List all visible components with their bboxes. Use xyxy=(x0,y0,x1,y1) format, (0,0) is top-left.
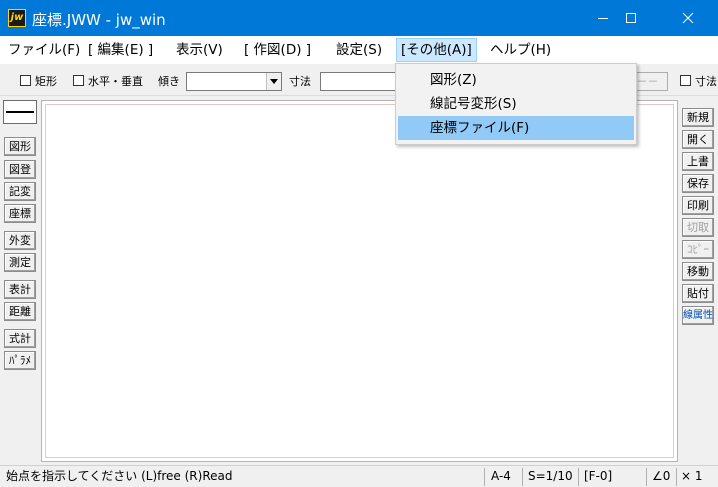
status-divider xyxy=(484,468,485,486)
close-icon xyxy=(682,12,694,24)
hv-label: 水平・垂直 xyxy=(88,75,143,88)
menu-bar: ファイル(F) [ 編集(E) ] 表示(V) [ 作図(D) ] 設定(S) … xyxy=(0,36,718,64)
scale[interactable]: S=1/10 xyxy=(528,466,573,487)
tool-external-transform[interactable]: 外変 xyxy=(4,231,36,250)
tool-move[interactable]: 移動 xyxy=(682,262,714,281)
tool-table-calc[interactable]: 表計 xyxy=(4,280,36,299)
layer[interactable]: [F-0] xyxy=(584,466,612,487)
paper-size[interactable]: A-4 xyxy=(491,466,511,487)
angle-dropdown-button[interactable] xyxy=(266,73,281,90)
angle-readout[interactable]: ∠0 xyxy=(652,466,670,487)
status-message: 始点を指示してください (L)free (R)Read xyxy=(6,469,233,483)
paper-frame xyxy=(45,104,674,458)
window-title: 座標.JWW - jw_win xyxy=(32,11,166,29)
drawing-canvas[interactable] xyxy=(41,100,678,462)
tool-parametric[interactable]: ﾊﾟﾗﾒ xyxy=(4,351,36,370)
title-bar: jw 座標.JWW - jw_win xyxy=(0,0,718,36)
tool-measure[interactable]: 測定 xyxy=(4,253,36,272)
angle-label: 傾き xyxy=(158,75,180,88)
menu-other[interactable]: [その他(A)] xyxy=(396,38,477,62)
menu-item-line-symbol-transform[interactable]: 線記号変形(S) xyxy=(398,92,634,116)
other-menu-dropdown: 図形(Z) 線記号変形(S) 座標ファイル(F) xyxy=(395,63,637,145)
status-divider xyxy=(646,468,647,486)
angle-combo[interactable] xyxy=(186,72,282,91)
menu-item-coordinate-file[interactable]: 座標ファイル(F) xyxy=(398,116,634,140)
menu-edit[interactable]: [ 編集(E) ] xyxy=(84,38,157,62)
status-bar: 始点を指示してください (L)free (R)Read A-4 S=1/10 [… xyxy=(0,465,718,487)
tool-new[interactable]: 新規 xyxy=(682,108,714,127)
tool-open[interactable]: 開く xyxy=(682,130,714,149)
app-icon[interactable]: jw xyxy=(8,9,26,27)
rect-label: 矩形 xyxy=(35,75,57,88)
maximize-button[interactable] xyxy=(608,0,654,36)
tool-save[interactable]: 保存 xyxy=(682,174,714,193)
menu-item-shape[interactable]: 図形(Z) xyxy=(398,68,634,92)
tool-formula-calc[interactable]: 式計 xyxy=(4,329,36,348)
status-divider xyxy=(522,468,523,486)
tool-overwrite[interactable]: 上書 xyxy=(682,152,714,171)
tool-cut[interactable]: 切取 xyxy=(682,218,714,237)
menu-file[interactable]: ファイル(F) xyxy=(4,38,84,62)
tool-paste[interactable]: 貼付 xyxy=(682,284,714,303)
status-divider xyxy=(676,468,677,486)
menu-settings[interactable]: 設定(S) xyxy=(332,38,386,62)
tool-shape-register[interactable]: 図登 xyxy=(4,160,36,179)
zoom-readout[interactable]: × 1 xyxy=(681,466,703,487)
tool-line-attribute[interactable]: 線属性 xyxy=(682,306,714,325)
menu-help[interactable]: ヘルプ(H) xyxy=(486,38,555,62)
tool-distance[interactable]: 距離 xyxy=(4,302,36,321)
rect-checkbox[interactable] xyxy=(20,75,31,86)
close-button[interactable] xyxy=(665,0,711,36)
line-type-swatch[interactable] xyxy=(3,100,37,124)
size-input[interactable] xyxy=(320,72,396,91)
right-size-label: 寸法 xyxy=(695,75,717,88)
status-divider xyxy=(578,468,579,486)
maximize-icon xyxy=(626,13,636,23)
hv-checkbox[interactable] xyxy=(73,75,84,86)
chevron-down-icon xyxy=(270,79,278,84)
size-label: 寸法 xyxy=(289,75,311,88)
tool-copy[interactable]: ｺﾋﾟｰ xyxy=(682,240,714,259)
menu-draw[interactable]: [ 作図(D) ] xyxy=(240,38,315,62)
tool-print[interactable]: 印刷 xyxy=(682,196,714,215)
menu-view[interactable]: 表示(V) xyxy=(172,38,227,62)
tool-coordinates[interactable]: 座標 xyxy=(4,204,36,223)
right-size-checkbox[interactable] xyxy=(680,75,691,86)
tool-symbol-transform[interactable]: 記変 xyxy=(4,182,36,201)
tool-shape[interactable]: 図形 xyxy=(4,137,36,156)
